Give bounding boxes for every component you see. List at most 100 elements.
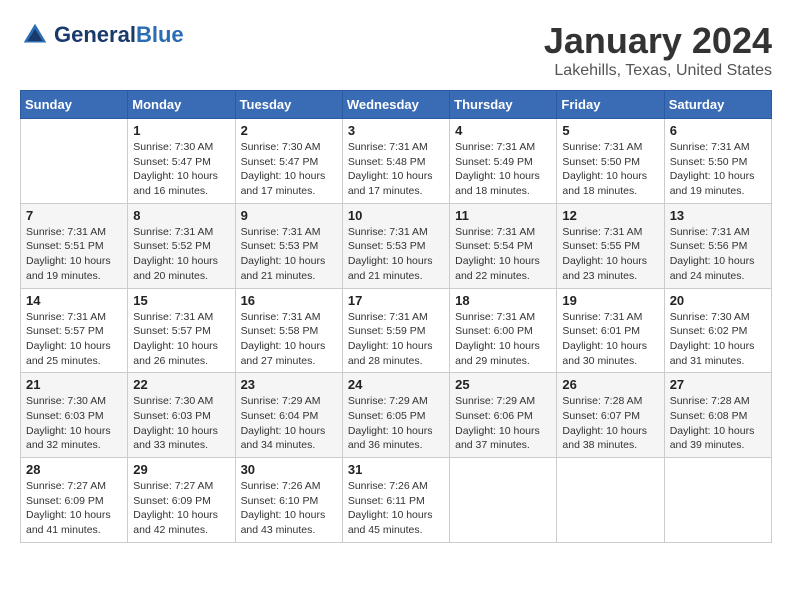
- calendar-week-row: 7 Sunrise: 7:31 AM Sunset: 5:51 PM Daylig…: [21, 203, 772, 288]
- day-number: 22: [133, 377, 229, 392]
- calendar-cell: 10 Sunrise: 7:31 AM Sunset: 5:53 PM Dayli…: [342, 203, 449, 288]
- day-number: 24: [348, 377, 444, 392]
- day-number: 8: [133, 208, 229, 223]
- day-number: 5: [562, 123, 658, 138]
- calendar-cell: 23 Sunrise: 7:29 AM Sunset: 6:04 PM Dayli…: [235, 373, 342, 458]
- calendar-cell: 16Sunrise: 7:31 AM Sunset: 5:58 PM Dayli…: [235, 288, 342, 373]
- calendar-cell: 19 Sunrise: 7:31 AM Sunset: 6:01 PM Dayli…: [557, 288, 664, 373]
- day-info: Sunrise: 7:31 AM Sunset: 5:53 PM Dayligh…: [241, 225, 337, 284]
- day-number: 28: [26, 462, 122, 477]
- day-info: Sunrise: 7:29 AM Sunset: 6:06 PM Dayligh…: [455, 394, 551, 453]
- day-info: Sunrise: 7:30 AM Sunset: 5:47 PM Dayligh…: [241, 140, 337, 199]
- day-info: Sunrise: 7:30 AM Sunset: 6:02 PM Dayligh…: [670, 310, 766, 369]
- day-info: Sunrise: 7:31 AM Sunset: 5:57 PM Dayligh…: [26, 310, 122, 369]
- day-number: 21: [26, 377, 122, 392]
- calendar-cell: 8 Sunrise: 7:31 AM Sunset: 5:52 PM Daylig…: [128, 203, 235, 288]
- day-number: 27: [670, 377, 766, 392]
- calendar-cell: 2 Sunrise: 7:30 AM Sunset: 5:47 PM Daylig…: [235, 119, 342, 204]
- weekday-header-thursday: Thursday: [450, 91, 557, 119]
- day-number: 2: [241, 123, 337, 138]
- day-number: 10: [348, 208, 444, 223]
- day-info: Sunrise: 7:31 AM Sunset: 5:48 PM Dayligh…: [348, 140, 444, 199]
- day-number: 12: [562, 208, 658, 223]
- day-number: 14: [26, 293, 122, 308]
- day-number: 26: [562, 377, 658, 392]
- day-number: 6: [670, 123, 766, 138]
- day-info: Sunrise: 7:31 AM Sunset: 5:53 PM Dayligh…: [348, 225, 444, 284]
- calendar-cell: 22 Sunrise: 7:30 AM Sunset: 6:03 PM Dayli…: [128, 373, 235, 458]
- logo-blue: Blue: [136, 22, 184, 47]
- day-info: Sunrise: 7:30 AM Sunset: 5:47 PM Dayligh…: [133, 140, 229, 199]
- day-info: Sunrise: 7:31 AM Sunset: 5:56 PM Dayligh…: [670, 225, 766, 284]
- day-number: 30: [241, 462, 337, 477]
- calendar-cell: 18Sunrise: 7:31 AM Sunset: 6:00 PM Dayli…: [450, 288, 557, 373]
- calendar-cell: 12 Sunrise: 7:31 AM Sunset: 5:55 PM Dayli…: [557, 203, 664, 288]
- calendar-week-row: 14 Sunrise: 7:31 AM Sunset: 5:57 PM Dayli…: [21, 288, 772, 373]
- day-number: 19: [562, 293, 658, 308]
- calendar-cell: 7 Sunrise: 7:31 AM Sunset: 5:51 PM Daylig…: [21, 203, 128, 288]
- day-number: 7: [26, 208, 122, 223]
- calendar-cell: 1 Sunrise: 7:30 AM Sunset: 5:47 PM Daylig…: [128, 119, 235, 204]
- calendar-cell: 24 Sunrise: 7:29 AM Sunset: 6:05 PM Dayli…: [342, 373, 449, 458]
- weekday-header-sunday: Sunday: [21, 91, 128, 119]
- day-info: Sunrise: 7:31 AM Sunset: 5:50 PM Dayligh…: [562, 140, 658, 199]
- day-number: 9: [241, 208, 337, 223]
- day-number: 16: [241, 293, 337, 308]
- day-number: 31: [348, 462, 444, 477]
- day-number: 23: [241, 377, 337, 392]
- day-info: Sunrise: 7:31 AM Sunset: 5:50 PM Dayligh…: [670, 140, 766, 199]
- calendar-table: SundayMondayTuesdayWednesdayThursdayFrid…: [20, 90, 772, 543]
- day-info: Sunrise: 7:31 AM Sunset: 5:51 PM Dayligh…: [26, 225, 122, 284]
- day-number: 1: [133, 123, 229, 138]
- day-info: Sunrise: 7:28 AM Sunset: 6:07 PM Dayligh…: [562, 394, 658, 453]
- calendar-cell: 21 Sunrise: 7:30 AM Sunset: 6:03 PM Dayli…: [21, 373, 128, 458]
- weekday-header-wednesday: Wednesday: [342, 91, 449, 119]
- title-area: January 2024 Lakehills, Texas, United St…: [544, 20, 772, 80]
- day-info: Sunrise: 7:28 AM Sunset: 6:08 PM Dayligh…: [670, 394, 766, 453]
- day-number: 15: [133, 293, 229, 308]
- calendar-cell: 20Sunrise: 7:30 AM Sunset: 6:02 PM Dayli…: [664, 288, 771, 373]
- calendar-cell: 9 Sunrise: 7:31 AM Sunset: 5:53 PM Daylig…: [235, 203, 342, 288]
- calendar-cell: [664, 458, 771, 543]
- calendar-cell: 28Sunrise: 7:27 AM Sunset: 6:09 PM Dayli…: [21, 458, 128, 543]
- calendar-cell: 11 Sunrise: 7:31 AM Sunset: 5:54 PM Dayli…: [450, 203, 557, 288]
- day-info: Sunrise: 7:31 AM Sunset: 6:00 PM Dayligh…: [455, 310, 551, 369]
- day-info: Sunrise: 7:31 AM Sunset: 5:55 PM Dayligh…: [562, 225, 658, 284]
- logo-icon: [20, 20, 50, 50]
- day-number: 25: [455, 377, 551, 392]
- day-number: 11: [455, 208, 551, 223]
- day-info: Sunrise: 7:29 AM Sunset: 6:05 PM Dayligh…: [348, 394, 444, 453]
- weekday-header-monday: Monday: [128, 91, 235, 119]
- calendar-cell: 29 Sunrise: 7:27 AM Sunset: 6:09 PM Dayli…: [128, 458, 235, 543]
- day-info: Sunrise: 7:27 AM Sunset: 6:09 PM Dayligh…: [133, 479, 229, 538]
- calendar-cell: 17Sunrise: 7:31 AM Sunset: 5:59 PM Dayli…: [342, 288, 449, 373]
- weekday-header-tuesday: Tuesday: [235, 91, 342, 119]
- calendar-cell: 6 Sunrise: 7:31 AM Sunset: 5:50 PM Daylig…: [664, 119, 771, 204]
- day-number: 4: [455, 123, 551, 138]
- calendar-cell: 14 Sunrise: 7:31 AM Sunset: 5:57 PM Dayli…: [21, 288, 128, 373]
- weekday-header-row: SundayMondayTuesdayWednesdayThursdayFrid…: [21, 91, 772, 119]
- calendar-cell: 4Sunrise: 7:31 AM Sunset: 5:49 PM Daylig…: [450, 119, 557, 204]
- calendar-week-row: 21 Sunrise: 7:30 AM Sunset: 6:03 PM Dayli…: [21, 373, 772, 458]
- page-title: January 2024: [544, 20, 772, 62]
- calendar-cell: 27 Sunrise: 7:28 AM Sunset: 6:08 PM Dayli…: [664, 373, 771, 458]
- day-number: 3: [348, 123, 444, 138]
- calendar-cell: 26 Sunrise: 7:28 AM Sunset: 6:07 PM Dayli…: [557, 373, 664, 458]
- page-subtitle: Lakehills, Texas, United States: [544, 62, 772, 80]
- day-info: Sunrise: 7:29 AM Sunset: 6:04 PM Dayligh…: [241, 394, 337, 453]
- day-info: Sunrise: 7:31 AM Sunset: 6:01 PM Dayligh…: [562, 310, 658, 369]
- day-info: Sunrise: 7:30 AM Sunset: 6:03 PM Dayligh…: [133, 394, 229, 453]
- calendar-cell: 13 Sunrise: 7:31 AM Sunset: 5:56 PM Dayli…: [664, 203, 771, 288]
- day-number: 29: [133, 462, 229, 477]
- calendar-cell: 15Sunrise: 7:31 AM Sunset: 5:57 PM Dayli…: [128, 288, 235, 373]
- logo: GeneralBlue: [20, 20, 184, 50]
- day-number: 13: [670, 208, 766, 223]
- day-info: Sunrise: 7:31 AM Sunset: 5:54 PM Dayligh…: [455, 225, 551, 284]
- calendar-cell: [21, 119, 128, 204]
- calendar-cell: 25 Sunrise: 7:29 AM Sunset: 6:06 PM Dayli…: [450, 373, 557, 458]
- day-info: Sunrise: 7:30 AM Sunset: 6:03 PM Dayligh…: [26, 394, 122, 453]
- day-number: 17: [348, 293, 444, 308]
- day-info: Sunrise: 7:31 AM Sunset: 5:52 PM Dayligh…: [133, 225, 229, 284]
- calendar-week-row: 28 Sunrise: 7:27 AM Sunset: 6:09 PM Dayli…: [21, 458, 772, 543]
- calendar-cell: 31Sunrise: 7:26 AM Sunset: 6:11 PM Dayli…: [342, 458, 449, 543]
